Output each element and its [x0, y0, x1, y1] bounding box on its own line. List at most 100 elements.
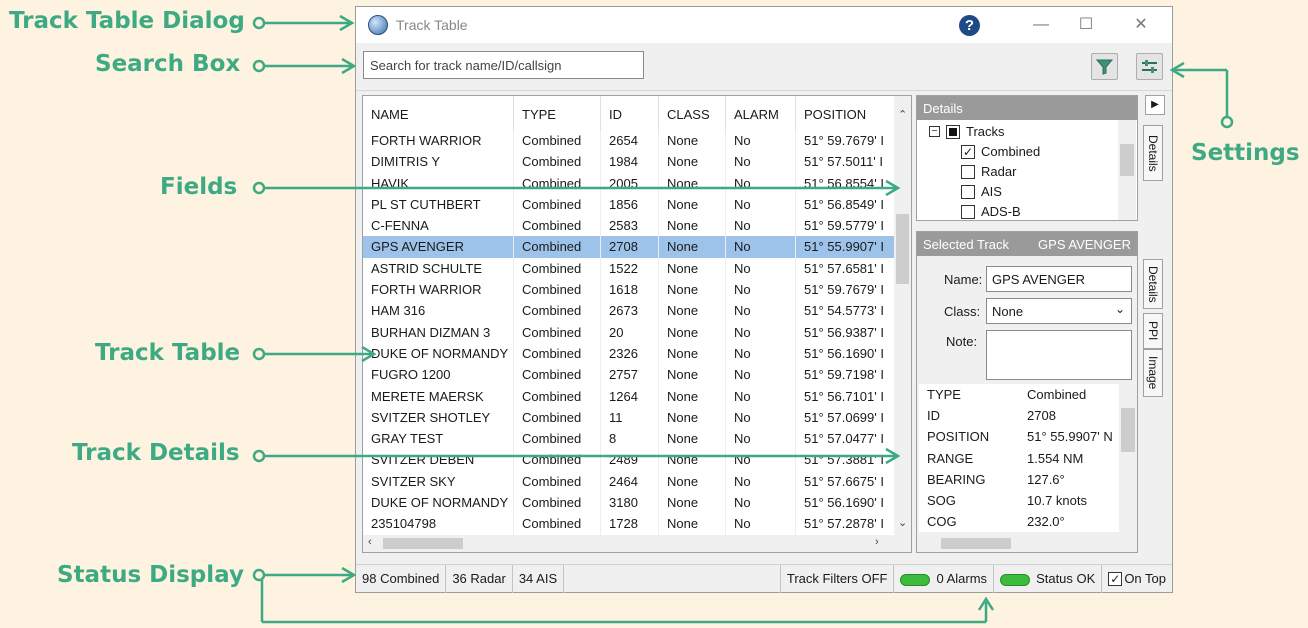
table-row[interactable]: FORTH WARRIOR Combined 2654 None No 51° 59.76… — [363, 130, 897, 152]
column-header[interactable]: POSITION — [796, 96, 897, 130]
table-row[interactable]: HAM 316 Combined 2673 None No 51° 54.5773' I — [363, 300, 897, 322]
table-row[interactable]: BURHAN DIZMAN 3 Combined 20 None No 51° 56.93… — [363, 321, 897, 343]
property-row: POSITION 51° 55.9907' N — [919, 426, 1119, 447]
properties-horizontal-scrollbar[interactable] — [919, 535, 1137, 552]
column-header[interactable]: NAME — [363, 96, 514, 130]
table-vertical-scrollbar[interactable]: ⌃ ⌄ — [894, 96, 911, 536]
scroll-up-icon[interactable]: ⌃ — [898, 108, 907, 121]
tree-checkbox[interactable] — [961, 184, 975, 199]
settings-sliders-icon — [1142, 60, 1157, 73]
cell-class: None — [659, 130, 726, 152]
status-alarms: 0 Alarms — [894, 565, 995, 593]
cell-id: 2583 — [601, 215, 659, 237]
cell-name: FUGRO 1200 — [363, 364, 514, 386]
table-row[interactable]: C-FENNA Combined 2583 None No 51° 59.5779' I — [363, 215, 897, 237]
maximize-button[interactable]: ☐ — [1069, 13, 1103, 37]
scroll-left-icon[interactable]: ‹ — [368, 536, 372, 548]
cell-id: 2326 — [601, 342, 659, 365]
cell-type: Combined — [514, 300, 601, 322]
property-row: RANGE 1.554 NM — [919, 448, 1119, 469]
tree-item-label: Combined — [981, 144, 1041, 159]
tab-image[interactable]: Image — [1143, 349, 1163, 397]
table-row[interactable]: DUKE OF NORMANDY Combined 3180 None No 51° 56… — [363, 492, 897, 514]
help-button[interactable]: ? — [959, 15, 980, 36]
cell-class: None — [659, 342, 726, 365]
details-scrollbar[interactable] — [1118, 120, 1136, 220]
name-field[interactable]: GPS AVENGER — [986, 266, 1132, 292]
label-track-table-dialog: Track Table Dialog — [9, 8, 245, 34]
toolbar: Search for track name/ID/callsign — [356, 43, 1172, 91]
table-row[interactable]: FUGRO 1200 Combined 2757 None No 51° 59.7198'… — [363, 364, 897, 386]
class-select[interactable]: None ⌄ — [986, 298, 1132, 324]
table-row[interactable]: DIMITRIS Y Combined 1984 None No 51° 57.5011'… — [363, 151, 897, 173]
label-track-table: Track Table — [95, 340, 241, 366]
table-row[interactable]: MERETE MAERSK Combined 1264 None No 51° 56.71… — [363, 385, 897, 407]
cell-alarm: No — [726, 449, 796, 471]
table-row[interactable]: ASTRID SCHULTE Combined 1522 None No 51° 57.6… — [363, 257, 897, 280]
tree-root-tracks[interactable]: − Tracks — [929, 122, 1005, 142]
property-row: TYPE Combined — [919, 384, 1119, 405]
column-header[interactable]: ID — [601, 96, 659, 130]
scroll-thumb[interactable] — [896, 214, 909, 284]
scroll-right-icon[interactable]: › — [875, 536, 879, 548]
on-top-checkbox[interactable]: ✓ — [1108, 571, 1123, 586]
scroll-down-icon[interactable]: ⌄ — [898, 516, 907, 529]
collapse-icon[interactable]: − — [929, 126, 940, 138]
table-row[interactable]: 235104798 Combined 1728 None No 51° 57.2878' … — [363, 513, 897, 535]
tab-details[interactable]: Details — [1143, 259, 1163, 309]
scroll-thumb[interactable] — [383, 538, 463, 549]
tracks-tristate-checkbox[interactable] — [946, 124, 960, 139]
table-row[interactable]: SVITZER DEBEN Combined 2489 None No 51° 57.38… — [363, 449, 897, 471]
tree-item-combined[interactable]: ✓ Combined — [961, 142, 1040, 162]
on-top-toggle[interactable]: ✓ On Top — [1102, 565, 1172, 593]
column-header[interactable]: TYPE — [514, 96, 601, 130]
cell-name: GPS AVENGER — [363, 236, 514, 258]
cell-position: 51° 56.1690' I — [804, 495, 884, 511]
filter-button[interactable] — [1091, 53, 1118, 80]
close-button[interactable]: ✕ — [1124, 13, 1158, 37]
table-row[interactable]: FORTH WARRIOR Combined 1618 None No 51° 59.76… — [363, 279, 897, 301]
table-horizontal-scrollbar[interactable]: ‹ › — [363, 535, 911, 552]
table-row[interactable]: GRAY TEST Combined 8 None No 51° 57.0477' I — [363, 428, 897, 450]
tree-item-ais[interactable]: AIS — [961, 182, 1002, 202]
property-value: 51° 55.9907' N — [1027, 429, 1113, 445]
table-row[interactable]: SVITZER SHOTLEY Combined 11 None No 51° 57.06… — [363, 406, 897, 429]
scroll-thumb[interactable] — [1120, 144, 1134, 176]
alarms-label: 0 Alarms — [936, 571, 988, 586]
properties-scrollbar[interactable] — [1119, 384, 1137, 534]
tree-item-radar[interactable]: Radar — [961, 162, 1016, 182]
track-table-window: Track Table ? — ☐ ✕ Search for track nam… — [355, 6, 1173, 593]
table-row[interactable]: PL ST CUTHBERT Combined 1856 None No 51° 56.8… — [363, 193, 897, 216]
cell-alarm: No — [726, 492, 796, 514]
label-search-box: Search Box — [95, 51, 241, 77]
expand-panel-button[interactable]: ▶ — [1145, 95, 1165, 115]
table-row[interactable]: SVITZER SKY Combined 2464 None No 51° 57.6675… — [363, 470, 897, 493]
cell-name: PL ST CUTHBERT — [363, 193, 514, 216]
scroll-thumb[interactable] — [941, 538, 1011, 549]
column-header[interactable]: CLASS — [659, 96, 726, 130]
cell-class: None — [659, 364, 726, 386]
search-input[interactable]: Search for track name/ID/callsign — [363, 51, 644, 79]
status-bar: 98 Combined 36 Radar 34 AIS Track Filter… — [356, 564, 1172, 593]
settings-button[interactable] — [1136, 53, 1163, 80]
cell-type: Combined — [514, 151, 601, 173]
table-row[interactable]: DUKE OF NORMANDY Combined 2326 None No 51° 56… — [363, 342, 897, 365]
status-track-filters: Track Filters OFF — [781, 565, 895, 593]
cell-class: None — [659, 321, 726, 343]
table-row[interactable]: GPS AVENGER Combined 2708 None No 51° 55.9907… — [363, 236, 897, 258]
property-row: BEARING 127.6° — [919, 469, 1119, 490]
cell-type: Combined — [514, 428, 601, 450]
tab-details-top[interactable]: Details — [1143, 125, 1163, 181]
tree-checkbox[interactable] — [961, 164, 975, 179]
table-row[interactable]: HAVIK Combined 2005 None No 51° 56.8554' I — [363, 172, 897, 194]
tree-checkbox[interactable]: ✓ — [961, 144, 975, 159]
tab-ppi[interactable]: PPI — [1143, 313, 1163, 349]
tree-checkbox[interactable] — [961, 204, 975, 219]
property-row: SOG 10.7 knots — [919, 490, 1119, 511]
note-textarea[interactable] — [986, 330, 1132, 380]
scroll-thumb[interactable] — [1121, 408, 1135, 452]
name-label: Name: — [944, 272, 983, 287]
column-header[interactable]: ALARM — [726, 96, 796, 130]
tree-item-ads-b[interactable]: ADS-B — [961, 202, 1021, 222]
minimize-button[interactable]: — — [1024, 13, 1058, 37]
